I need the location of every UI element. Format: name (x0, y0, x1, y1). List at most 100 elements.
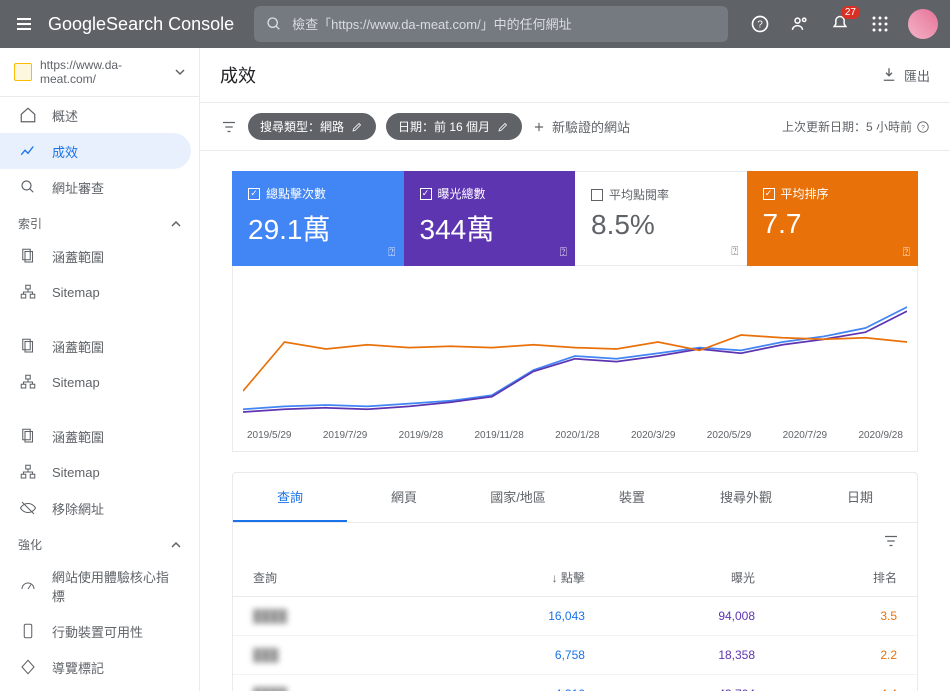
sidebar-item-sitemap-2[interactable]: Sitemap (0, 364, 199, 400)
last-updated: 上次更新日期：5 小時前 ? (782, 118, 930, 135)
sidebar-item-mobile[interactable]: 行動裝置可用性 (0, 613, 199, 649)
table-row[interactable]: ████4,31643,7044.4 (233, 675, 917, 691)
table-row[interactable]: ████16,04394,0083.5 (233, 597, 917, 636)
sidebar-item-url-inspect[interactable]: 網址審查 (0, 169, 199, 205)
checkbox-icon (248, 188, 260, 200)
filter-icon[interactable] (220, 118, 238, 136)
tab-1[interactable]: 網頁 (347, 473, 461, 522)
filter-icon[interactable] (881, 531, 901, 551)
query-table: 查詢 ↓ 點擊 曝光 排名 ████16,04394,0083.5███6,75… (233, 559, 917, 691)
x-axis-label: 2020/9/28 (858, 430, 903, 441)
sidebar-item-logo[interactable]: 標誌 (0, 685, 199, 691)
property-selector[interactable]: https://www.da-meat.com/ (0, 48, 199, 97)
doc-icon (18, 336, 38, 356)
search-icon (18, 177, 38, 197)
sidebar-item-breadcrumb[interactable]: 導覽標記 (0, 649, 199, 685)
sitemap-icon (18, 462, 38, 482)
help-icon[interactable]: ⍰ (731, 244, 738, 259)
chevron-up-icon (171, 219, 181, 229)
x-axis-label: 2020/5/29 (707, 430, 752, 441)
export-button[interactable]: 匯出 (880, 66, 930, 85)
x-axis-label: 2019/11/28 (474, 430, 523, 441)
avatar[interactable] (908, 9, 938, 39)
sitemap-icon (18, 372, 38, 392)
property-icon (14, 63, 32, 81)
th-impressions[interactable]: 曝光 (605, 559, 775, 597)
page-title: 成效 (220, 62, 256, 88)
sidebar-item-sitemap[interactable]: Sitemap (0, 274, 199, 310)
sidebar-item-performance[interactable]: 成效 (0, 133, 191, 169)
svg-text:?: ? (921, 124, 925, 131)
doc-icon (18, 426, 38, 446)
checkbox-icon (420, 188, 432, 200)
chevron-down-icon (175, 67, 185, 77)
sidebar-item-coverage-3[interactable]: 涵蓋範圍 (0, 418, 199, 454)
download-icon (880, 66, 898, 84)
help-icon[interactable]: ? (916, 120, 930, 134)
hide-icon (18, 498, 38, 518)
chip-search-type[interactable]: 搜尋類型：網路 (248, 113, 376, 140)
th-clicks[interactable]: ↓ 點擊 (435, 559, 605, 597)
help-icon[interactable]: ? (748, 12, 772, 36)
product-logo: Google Search Console (48, 14, 234, 35)
notification-badge: 27 (841, 6, 860, 19)
x-axis-label: 2020/7/29 (783, 430, 828, 441)
home-icon (18, 105, 38, 125)
tab-0[interactable]: 查詢 (233, 473, 347, 522)
doc-icon (18, 246, 38, 266)
x-axis-label: 2020/3/29 (631, 430, 676, 441)
help-icon[interactable]: ⍰ (388, 245, 395, 260)
phone-icon (18, 621, 38, 641)
menu-icon[interactable] (12, 12, 36, 36)
apps-icon[interactable] (868, 12, 892, 36)
x-axis-label: 2019/9/28 (399, 430, 444, 441)
performance-chart: 2019/5/29 2019/7/29 2019/9/28 2019/11/28 202… (232, 266, 918, 452)
tab-5[interactable]: 日期 (803, 473, 917, 522)
section-enhance[interactable]: 強化 (0, 526, 199, 559)
checkbox-icon (591, 189, 603, 201)
sidebar-item-cwv[interactable]: 網站使用體驗核心指標 (0, 559, 199, 613)
checkbox-icon (763, 188, 775, 200)
sidebar-item-coverage-2[interactable]: 涵蓋範圍 (0, 328, 199, 364)
speed-icon (18, 576, 38, 596)
section-index[interactable]: 索引 (0, 205, 199, 238)
sidebar-item-overview[interactable]: 概述 (0, 97, 199, 133)
notifications-icon[interactable]: 27 (828, 12, 852, 36)
metric-card-position[interactable]: 平均排序 7.7 ⍰ (747, 171, 919, 266)
search-icon (266, 16, 282, 32)
sidebar-item-coverage[interactable]: 涵蓋範圍 (0, 238, 199, 274)
data-table-card: 查詢網頁國家/地區裝置搜尋外觀日期 查詢 ↓ 點擊 曝光 排名 ████16,0… (232, 472, 918, 691)
chevron-up-icon (171, 540, 181, 550)
tab-2[interactable]: 國家/地區 (461, 473, 575, 522)
th-rank[interactable]: 排名 (775, 559, 917, 597)
diamond-icon (18, 657, 38, 677)
metric-card-impressions[interactable]: 曝光總數 344萬 ⍰ (404, 171, 576, 266)
svg-text:?: ? (757, 19, 763, 30)
help-icon[interactable]: ⍰ (560, 245, 567, 260)
trend-icon (18, 141, 38, 161)
sitemap-icon (18, 282, 38, 302)
main-content: 成效 匯出 搜尋類型：網路 日期：前 16 個月 新驗證的網站 上次更新日期：5… (200, 48, 950, 691)
th-query[interactable]: 查詢 (233, 559, 435, 597)
tab-4[interactable]: 搜尋外觀 (689, 473, 803, 522)
users-icon[interactable] (788, 12, 812, 36)
metric-card-clicks[interactable]: 總點擊次數 29.1萬 ⍰ (232, 171, 404, 266)
x-axis-label: 2020/1/28 (555, 430, 600, 441)
chip-date[interactable]: 日期：前 16 個月 (386, 113, 522, 140)
tab-3[interactable]: 裝置 (575, 473, 689, 522)
search-input[interactable] (292, 17, 716, 32)
sidebar-item-removals[interactable]: 移除網址 (0, 490, 199, 526)
help-icon[interactable]: ⍰ (903, 245, 910, 260)
property-url: https://www.da-meat.com/ (40, 58, 167, 86)
add-filter-button[interactable]: 新驗證的網站 (532, 117, 630, 136)
plus-icon (532, 120, 546, 134)
pencil-icon (496, 120, 510, 134)
metric-card-ctr[interactable]: 平均點閱率 8.5% ⍰ (575, 171, 747, 266)
sidebar-item-sitemap-3[interactable]: Sitemap (0, 454, 199, 490)
metric-cards: 總點擊次數 29.1萬 ⍰ 曝光總數 344萬 ⍰ 平均點閱率 8.5% ⍰ 平… (232, 171, 918, 266)
x-axis-label: 2019/5/29 (247, 430, 292, 441)
table-row[interactable]: ███6,75818,3582.2 (233, 636, 917, 675)
sidebar: https://www.da-meat.com/ 概述 成效 網址審查 索引 涵… (0, 48, 200, 691)
x-axis-label: 2019/7/29 (323, 430, 368, 441)
search-box[interactable] (254, 6, 728, 42)
